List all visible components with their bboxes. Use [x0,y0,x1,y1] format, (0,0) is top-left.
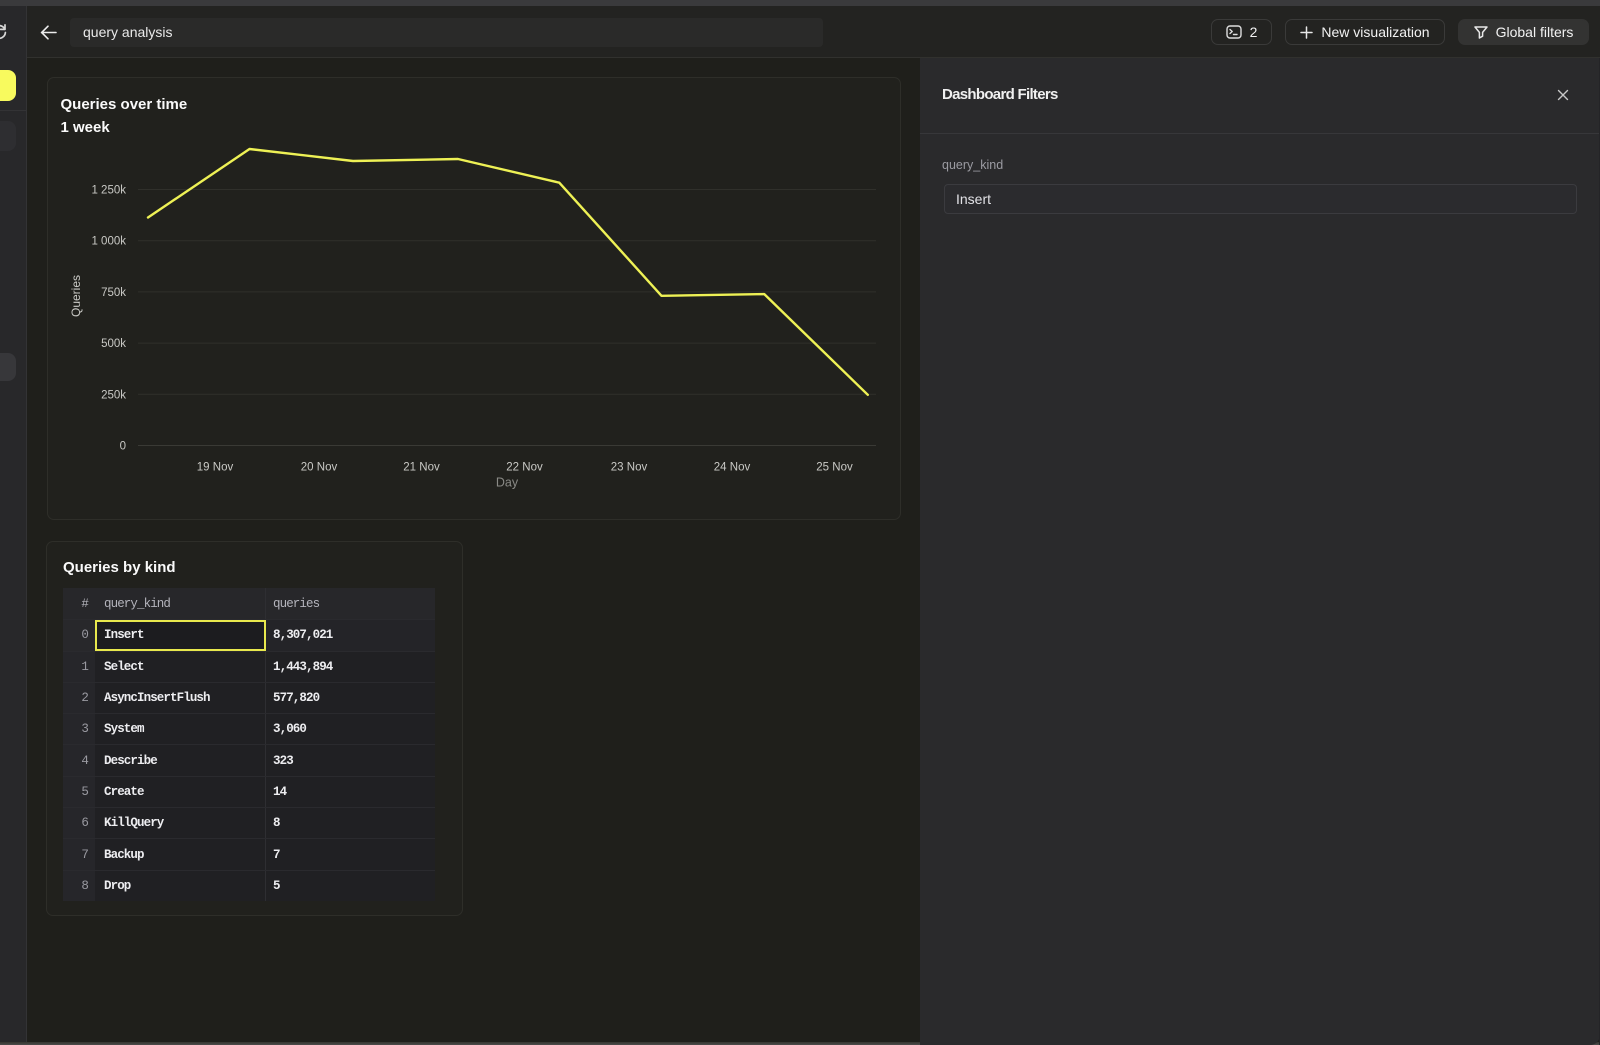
svg-text:19 Nov: 19 Nov [197,462,234,474]
svg-text:20 Nov: 20 Nov [301,462,338,474]
svg-text:21 Nov: 21 Nov [403,462,440,474]
svg-text:1 000k: 1 000k [91,236,126,248]
svg-text:23 Nov: 23 Nov [611,462,648,474]
svg-text:Day: Day [496,476,519,490]
svg-text:1 250k: 1 250k [91,185,126,197]
svg-text:750k: 750k [101,287,126,299]
svg-text:250k: 250k [101,389,126,401]
svg-text:25 Nov: 25 Nov [816,462,853,474]
svg-text:Queries: Queries [69,275,83,317]
svg-text:24 Nov: 24 Nov [714,462,751,474]
svg-text:500k: 500k [101,338,126,350]
svg-text:22 Nov: 22 Nov [506,462,543,474]
svg-text:0: 0 [120,441,126,453]
